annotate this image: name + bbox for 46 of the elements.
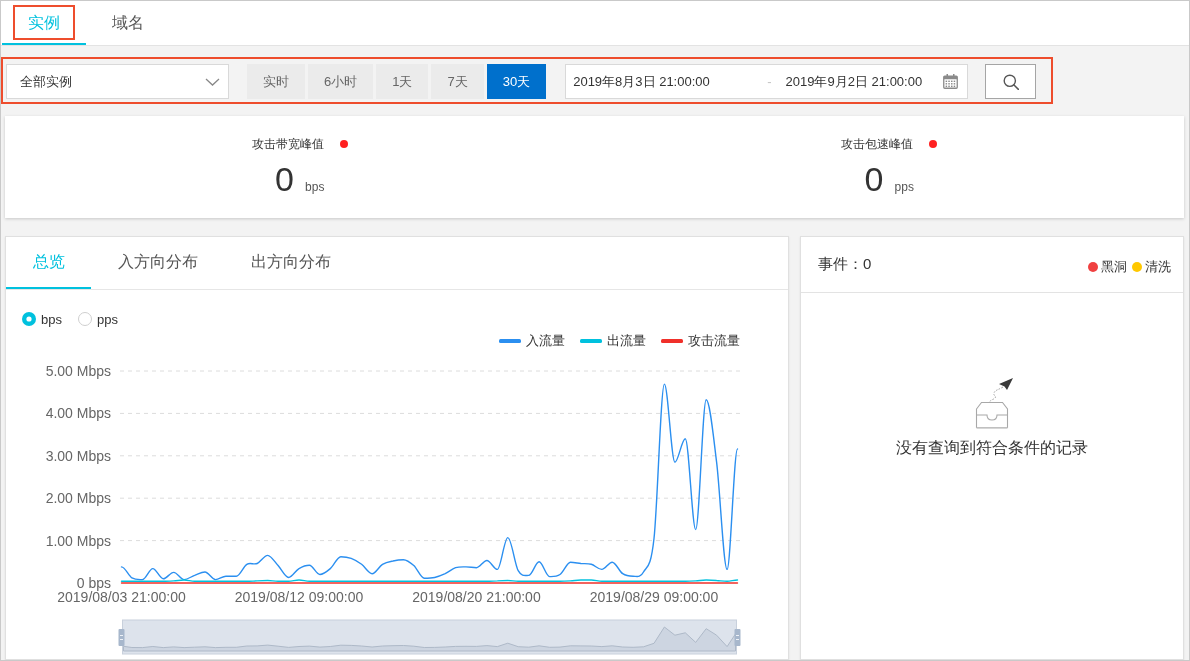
stat-value: 0 [864,159,884,199]
legend-label: 出流量 [607,332,646,350]
empty-message: 没有查询到符合条件的记录 [896,438,1088,458]
stat-unit: pps [894,180,914,194]
chart-tab[interactable]: 出方向分布 [224,237,357,289]
start-date-input[interactable]: 2019年8月3日 21:00:00 [573,72,710,91]
y-axis-label: 3.00 Mbps [45,447,111,464]
y-axis-label: 4.00 Mbps [45,405,111,422]
time-range-button[interactable]: 6小时 [308,64,374,99]
search-icon [1002,73,1019,90]
time-range-button[interactable]: 30天 [486,64,547,99]
legend-label: 清洗 [1145,259,1171,275]
status-dot-icon [929,140,938,148]
search-button[interactable] [985,64,1037,99]
slider-handle[interactable] [118,629,125,646]
instance-select[interactable]: 全部实例 [6,64,229,99]
x-axis-label: 2019/08/20 21:00:00 [412,589,541,605]
unit-radio[interactable]: pps [77,311,118,327]
stat-label: 攻击包速峰值 [841,136,914,153]
end-date-input[interactable]: 2019年9月2日 21:00:00 [785,72,923,91]
date-range-picker[interactable]: 2019年8月3日 21:00:00 - 2019年9月2日 21:00:00 [565,64,969,99]
range-separator: - [767,74,772,89]
x-axis-label: 2019/08/29 09:00:00 [589,589,719,605]
slider-handle[interactable] [734,629,741,646]
events-count: 事件：0 [818,255,872,273]
chart-tab[interactable]: 入方向分布 [91,237,224,289]
legend-label: 攻击流量 [688,332,740,350]
stat-label: 攻击带宽峰值 [251,136,324,153]
stat-unit: bps [305,180,325,194]
y-axis-label: 2.00 Mbps [45,490,111,507]
status-dot-icon [339,140,348,148]
y-axis-label: 0 bps [76,575,111,591]
time-range-button[interactable]: 实时 [247,64,305,99]
legend-label: 黑洞 [1101,259,1127,275]
x-axis-label: 2019/08/12 09:00:00 [234,589,364,605]
y-axis-label: 5.00 Mbps [45,363,111,379]
x-axis-label: 2019/08/03 21:00:00 [57,589,186,605]
time-range-button[interactable]: 1天 [376,64,429,99]
page-tab[interactable]: 域名 [86,1,170,45]
stat-value: 0 [275,159,295,199]
y-axis-label: 1.00 Mbps [45,532,111,549]
calendar-icon[interactable] [943,74,959,89]
chevron-down-icon [205,77,220,86]
time-range-button[interactable]: 7天 [431,64,484,99]
unit-radio[interactable]: bps [22,311,62,327]
legend-label: 入流量 [526,332,565,350]
